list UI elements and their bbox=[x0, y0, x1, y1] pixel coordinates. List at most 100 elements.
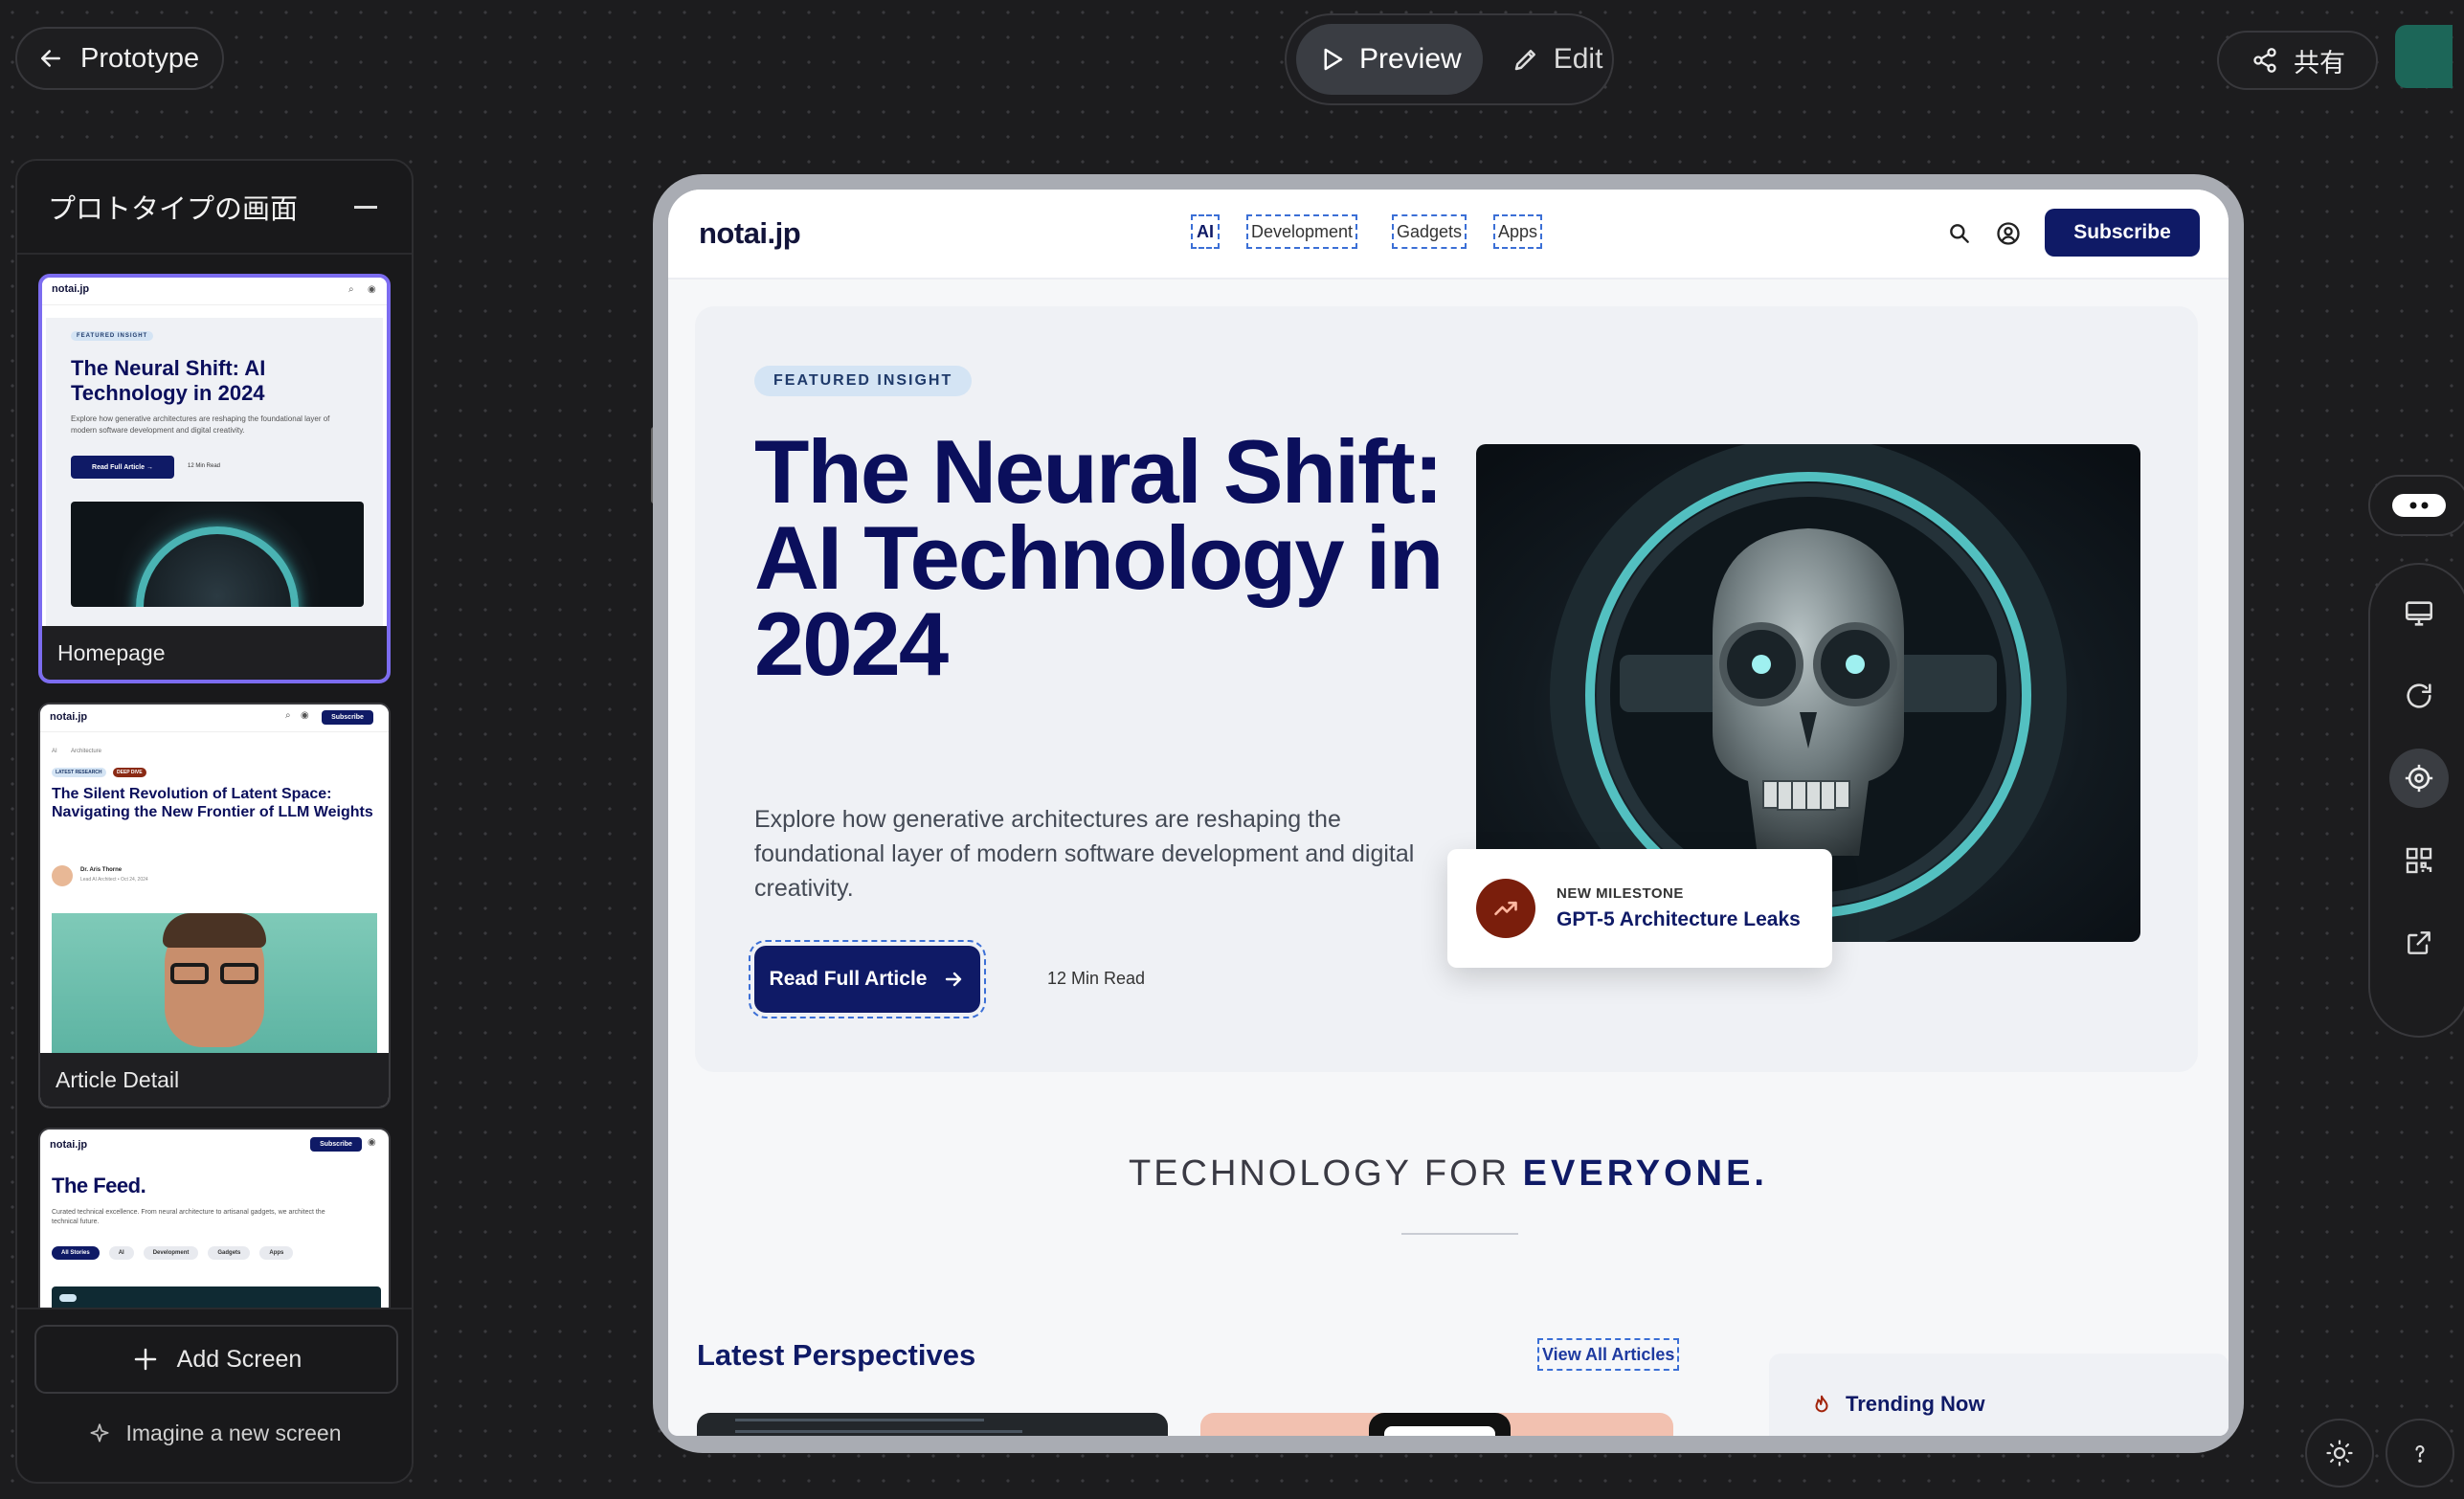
article-card-image-phone[interactable] bbox=[1200, 1413, 1673, 1436]
hero-section: FEATURED INSIGHT The Neural Shift: AI Te… bbox=[695, 306, 2198, 1072]
read-full-article-button[interactable]: Read Full Article bbox=[749, 940, 986, 1018]
pencil-icon bbox=[1514, 50, 1535, 71]
screens-panel-header: プロトタイプの画面 bbox=[17, 161, 412, 255]
site-logo[interactable]: notai.jp bbox=[699, 216, 801, 251]
site-header: notai.jp AI Development Gadgets Apps Sub… bbox=[668, 190, 2229, 280]
thumb-logo: notai.jp bbox=[50, 1139, 88, 1151]
screen-thumb-feed[interactable]: notai.jp Subscribe ◉ The Feed. Curated t… bbox=[38, 1128, 391, 1309]
thumb-chip: Apps bbox=[259, 1246, 294, 1260]
tagline-divider bbox=[1401, 1233, 1518, 1235]
thumb-desc: Explore how generative architectures are… bbox=[71, 414, 330, 435]
imagine-screen-button[interactable]: Imagine a new screen bbox=[17, 1421, 412, 1446]
thumb-title: The Silent Revolution of Latent Space: N… bbox=[52, 786, 373, 820]
add-screen-button[interactable]: Add Screen bbox=[34, 1325, 398, 1394]
device-mode-button[interactable] bbox=[2389, 584, 2449, 643]
search-icon[interactable] bbox=[1947, 221, 1972, 246]
thumb-nav: notai.jp ⌕ ◉ bbox=[42, 278, 387, 305]
nav-link-gadgets[interactable]: Gadgets bbox=[1392, 214, 1467, 249]
sparkle-icon bbox=[90, 1422, 110, 1442]
back-label: Prototype bbox=[80, 42, 200, 74]
screen-thumb-article-detail[interactable]: notai.jp ⌕ ◉ Subscribe AI Architecture L… bbox=[38, 703, 391, 1108]
tagline-bold: EVERYONE. bbox=[1522, 1153, 1768, 1194]
thumb-title: The Feed. bbox=[52, 1174, 146, 1197]
share-icon bbox=[2253, 48, 2276, 73]
help-button[interactable] bbox=[2386, 1419, 2454, 1488]
device-frame: notai.jp AI Development Gadgets Apps Sub… bbox=[653, 174, 2244, 1453]
article-card-image-code[interactable] bbox=[697, 1413, 1168, 1436]
thumb-search-icon: ⌕ bbox=[348, 284, 354, 295]
thumb-cta: Read Full Article → bbox=[71, 456, 174, 479]
read-full-article-label: Read Full Article bbox=[769, 968, 928, 990]
trending-heading: Trending Now bbox=[1811, 1392, 1984, 1417]
thumb-badge: FEATURED INSIGHT bbox=[71, 331, 154, 341]
nav-link-development[interactable]: Development bbox=[1246, 214, 1358, 249]
screens-panel-title: プロトタイプの画面 bbox=[48, 194, 299, 225]
back-to-prototype-button[interactable]: Prototype bbox=[15, 27, 224, 90]
arrow-left-icon bbox=[41, 50, 60, 67]
qr-code-button[interactable] bbox=[2389, 831, 2449, 890]
imagine-label: Imagine a new screen bbox=[125, 1421, 342, 1445]
thumb-author: Dr. Aris Thorne bbox=[80, 867, 123, 873]
target-icon bbox=[2405, 764, 2433, 793]
thumb-subscribe: Subscribe bbox=[310, 1137, 362, 1152]
edit-mode-button[interactable]: Edit bbox=[1490, 24, 1624, 95]
add-screen-label: Add Screen bbox=[176, 1345, 302, 1373]
screen-thumb-label: Homepage bbox=[42, 626, 387, 680]
thumb-chip: Development bbox=[143, 1246, 199, 1260]
preview-label: Preview bbox=[1359, 43, 1462, 75]
thumb-feed-image bbox=[52, 1286, 381, 1308]
preview-screen: notai.jp AI Development Gadgets Apps Sub… bbox=[668, 190, 2229, 1436]
thumb-user-icon: ◉ bbox=[368, 284, 376, 295]
thumb-article-image bbox=[52, 913, 377, 1057]
thumb-nav: notai.jp ⌕ ◉ Subscribe bbox=[40, 705, 389, 732]
thumb-desc: Curated technical excellence. From neura… bbox=[52, 1209, 325, 1225]
view-all-articles-link[interactable]: View All Articles bbox=[1537, 1338, 1680, 1371]
edit-label: Edit bbox=[1553, 43, 1603, 75]
thumb-breadcrumb-2: Architecture bbox=[71, 749, 102, 754]
play-icon bbox=[1324, 48, 1343, 71]
thumb-user-icon: ◉ bbox=[368, 1137, 376, 1148]
monitor-icon bbox=[2405, 601, 2433, 626]
tagline: TECHNOLOGY FOR EVERYONE. bbox=[668, 1153, 2229, 1195]
user-circle-icon[interactable] bbox=[1995, 220, 2022, 247]
milestone-title: GPT-5 Architecture Leaks bbox=[1557, 908, 1801, 930]
trending-title: Trending Now bbox=[1846, 1392, 1985, 1416]
plus-icon bbox=[134, 1348, 156, 1371]
trending-up-icon bbox=[1476, 879, 1535, 938]
thumb-author-meta: Lead AI Architect • Oct 24, 2024 bbox=[80, 877, 148, 883]
more-options-button[interactable] bbox=[2368, 475, 2464, 536]
nav-link-ai[interactable]: AI bbox=[1191, 214, 1220, 249]
user-avatar[interactable] bbox=[2395, 25, 2453, 88]
thumb-tag-2: DEEP DIVE bbox=[113, 768, 146, 777]
thumb-search-icon: ⌕ bbox=[285, 710, 291, 721]
thumb-chip: All Stories bbox=[52, 1246, 100, 1260]
sun-icon bbox=[2326, 1440, 2353, 1466]
panel-divider bbox=[17, 1308, 412, 1309]
reload-button[interactable] bbox=[2389, 666, 2449, 726]
thumb-logo: notai.jp bbox=[52, 283, 90, 295]
thumb-user-icon: ◉ bbox=[301, 710, 309, 721]
thumb-breadcrumb-1: AI bbox=[52, 749, 57, 754]
open-external-button[interactable] bbox=[2389, 913, 2449, 973]
share-label: 共有 bbox=[2294, 48, 2345, 78]
subscribe-button[interactable]: Subscribe bbox=[2045, 209, 2200, 257]
milestone-kicker: NEW MILESTONE bbox=[1557, 885, 1684, 902]
collapse-panel-button[interactable] bbox=[354, 205, 377, 209]
share-button[interactable]: 共有 bbox=[2217, 31, 2378, 90]
help-icon bbox=[2415, 1444, 2425, 1463]
thumb-subscribe: Subscribe bbox=[322, 710, 373, 725]
tagline-light: TECHNOLOGY FOR bbox=[1128, 1153, 1511, 1194]
milestone-card[interactable]: NEW MILESTONE GPT-5 Architecture Leaks bbox=[1447, 849, 1832, 968]
nav-link-apps[interactable]: Apps bbox=[1493, 214, 1543, 249]
preview-tools bbox=[2368, 563, 2464, 1038]
featured-badge: FEATURED INSIGHT bbox=[754, 366, 973, 396]
theme-toggle-button[interactable] bbox=[2305, 1419, 2374, 1488]
preview-mode-button[interactable]: Preview bbox=[1296, 24, 1483, 95]
read-time: 12 Min Read bbox=[1047, 969, 1146, 988]
thumb-chips: All Stories AI Development Gadgets Apps bbox=[52, 1246, 294, 1260]
screen-thumb-homepage[interactable]: notai.jp ⌕ ◉ FEATURED INSIGHT The Neural… bbox=[38, 274, 391, 683]
inspect-button[interactable] bbox=[2389, 749, 2449, 808]
thumb-meta: 12 Min Read bbox=[188, 463, 221, 469]
thumb-logo: notai.jp bbox=[50, 711, 88, 723]
more-icon bbox=[2392, 494, 2446, 517]
